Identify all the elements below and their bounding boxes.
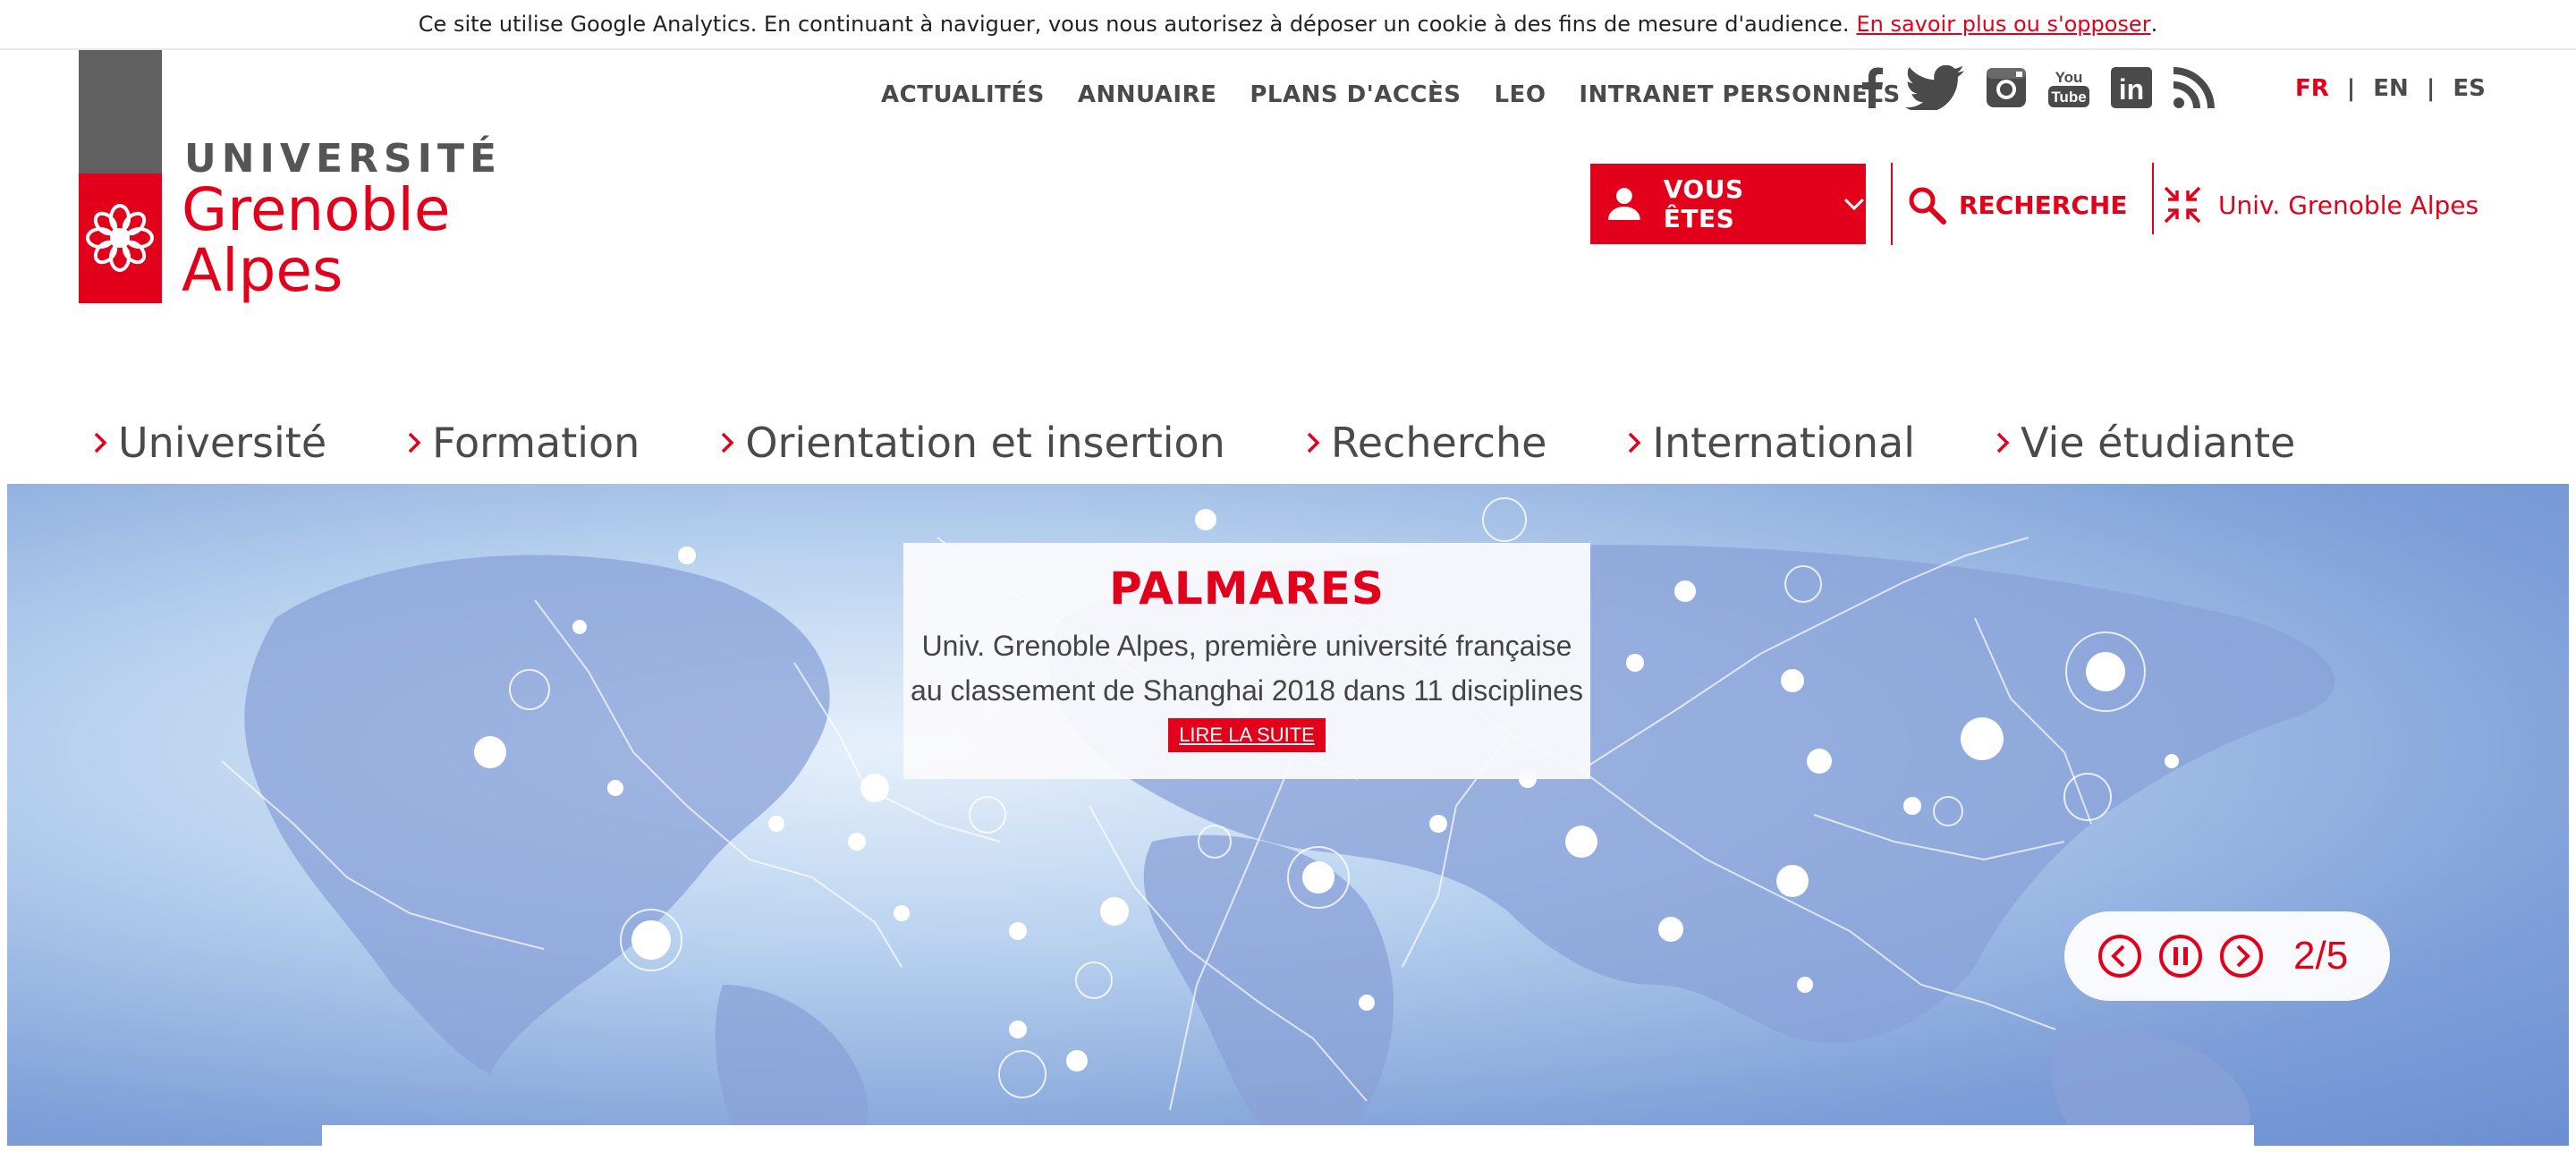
chevron-right-icon: [1996, 431, 2010, 454]
lang-fr[interactable]: FR: [2295, 75, 2329, 102]
youtube-icon[interactable]: You Tube: [2048, 63, 2089, 113]
cookie-text: Ce site utilise Google Analytics. En con…: [418, 12, 1850, 37]
collapse-arrows-icon: [2164, 186, 2201, 224]
youtube-text-you: You: [2055, 69, 2083, 86]
carousel-controls: 2/5: [2064, 911, 2390, 1001]
rss-icon[interactable]: [2174, 63, 2215, 113]
linkedin-text: in: [2119, 73, 2144, 106]
chevron-right-icon: [720, 431, 734, 454]
main-nav: Université Formation Orientation et inse…: [93, 411, 2295, 474]
logo-line-alpes: Alpes: [182, 236, 343, 305]
pause-circle-icon: [2159, 935, 2202, 978]
cookie-more-info-link[interactable]: En savoir plus ou s'opposer: [1856, 12, 2150, 37]
read-more-button[interactable]: LIRE LA SUITE: [1168, 718, 1326, 752]
main-nav-label: Vie étudiante: [2021, 419, 2296, 467]
main-nav-orientation[interactable]: Orientation et insertion: [720, 419, 1225, 467]
linkedin-icon[interactable]: in: [2111, 63, 2152, 113]
main-nav-label: Université: [118, 419, 327, 467]
main-nav-label: International: [1652, 419, 1916, 467]
logo-flower-icon: [86, 204, 154, 272]
chevron-right-circle-icon: [2220, 935, 2263, 978]
lang-en[interactable]: EN: [2373, 75, 2409, 102]
vous-etes-label: VOUS ÊTES: [1663, 174, 1744, 233]
univ-link-label: Univ. Grenoble Alpes: [2218, 190, 2479, 220]
vous-etes-button[interactable]: VOUS ÊTES: [1590, 164, 1866, 244]
top-nav-plans-acces[interactable]: PLANS D'ACCÈS: [1250, 81, 1461, 108]
top-nav-intranet[interactable]: INTRANET PERSONNELS: [1579, 81, 1900, 108]
twitter-icon[interactable]: [1905, 63, 1964, 113]
pause-slider-button[interactable]: [2157, 933, 2204, 979]
logo-line-grenoble: Grenoble: [182, 175, 451, 244]
hero-text-line: au classement de Shanghai 2018 dans 11 d…: [911, 674, 1583, 707]
slide-counter: 2/5: [2293, 934, 2349, 978]
next-slide-button[interactable]: [2218, 933, 2265, 979]
main-nav-international[interactable]: International: [1627, 419, 1915, 467]
divider: [1891, 163, 1893, 245]
hero-card: PALMARES Univ. Grenoble Alpes, première …: [903, 543, 1590, 779]
top-nav-annuaire[interactable]: ANNUAIRE: [1078, 81, 1217, 108]
univ-grenoble-alpes-link[interactable]: Univ. Grenoble Alpes: [2163, 179, 2479, 231]
hero-text-line: Univ. Grenoble Alpes, première universit…: [921, 630, 1572, 662]
main-nav-label: Recherche: [1330, 419, 1547, 467]
search-button[interactable]: RECHERCHE: [1907, 179, 2127, 231]
instagram-icon[interactable]: [1986, 63, 2027, 113]
logo-red-block: [79, 174, 162, 303]
main-nav-label: Formation: [432, 419, 640, 467]
hero-title: PALMARES: [1109, 563, 1385, 614]
university-logo[interactable]: UNIVERSITÉ Grenoble Alpes: [79, 50, 526, 318]
youtube-text-tube: Tube: [2051, 89, 2086, 106]
divider: [2152, 163, 2154, 234]
lang-separator: |: [2346, 75, 2356, 102]
chevron-right-icon: [407, 431, 421, 454]
search-label: RECHERCHE: [1959, 190, 2128, 220]
main-nav-formation[interactable]: Formation: [407, 419, 640, 467]
lang-es[interactable]: ES: [2453, 75, 2486, 102]
chevron-right-icon: [93, 431, 107, 454]
chevron-right-icon: [1627, 431, 1641, 454]
chevron-right-icon: [1306, 431, 1320, 454]
top-nav-actualites[interactable]: ACTUALITÉS: [881, 81, 1045, 108]
lang-separator: |: [2426, 75, 2436, 102]
cookie-suffix: .: [2150, 12, 2158, 37]
previous-slide-button[interactable]: [2097, 933, 2143, 979]
main-nav-recherche[interactable]: Recherche: [1306, 419, 1547, 467]
main-nav-vie-etudiante[interactable]: Vie étudiante: [1996, 419, 2295, 467]
facebook-icon[interactable]: [1860, 63, 1884, 113]
main-nav-universite[interactable]: Université: [93, 419, 326, 467]
chevron-left-circle-icon: [2098, 935, 2141, 978]
hero-slider: PALMARES Univ. Grenoble Alpes, première …: [7, 484, 2569, 1146]
search-icon: [1909, 187, 1946, 224]
social-links: You Tube in: [1860, 63, 2236, 113]
cookie-banner: Ce site utilise Google Analytics. En con…: [0, 0, 2576, 50]
top-nav-leo[interactable]: LEO: [1494, 81, 1546, 108]
top-nav: ACTUALITÉS ANNUAIRE PLANS D'ACCÈS LEO IN…: [881, 72, 1934, 118]
main-nav-label: Orientation et insertion: [745, 419, 1225, 467]
language-switcher: FR | EN | ES: [2295, 75, 2486, 102]
chevron-down-icon: [1844, 198, 1865, 211]
hero-text: Univ. Grenoble Alpes, première universit…: [911, 623, 1583, 713]
user-icon: [1607, 188, 1640, 220]
logo-grey-block: [79, 50, 162, 174]
content-panel-edge: [322, 1125, 2254, 1152]
